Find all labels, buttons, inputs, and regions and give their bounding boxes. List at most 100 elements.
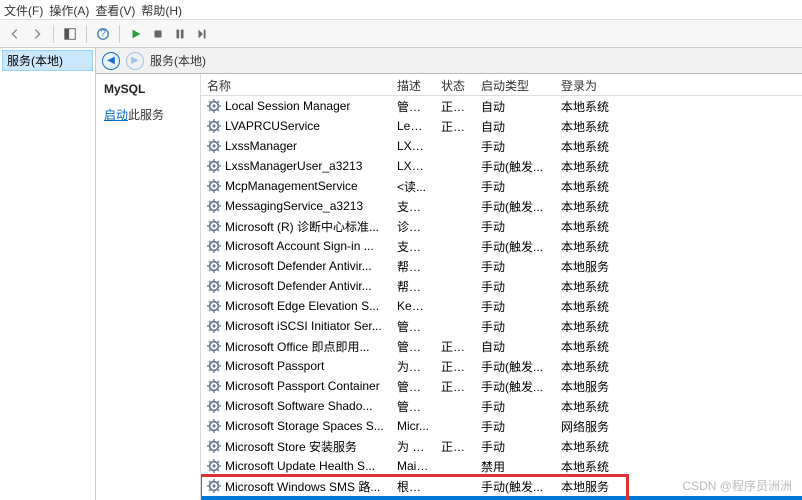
svg-text:?: ? [100,27,106,39]
pause-button[interactable] [171,25,189,43]
table-row[interactable]: MessagingService_a3213支持...手动(触发...本地系统 [201,196,802,216]
table-row[interactable]: Microsoft Passport Container管理...正在...手动… [201,376,802,396]
row-desc: 支持... [391,197,435,216]
row-logon: 本地系统 [555,297,625,316]
row-desc: <读... [391,177,435,196]
row-status [435,325,475,327]
table-row[interactable]: Microsoft Edge Elevation S...Keep...手动本地… [201,296,802,316]
row-name: MessagingService_a3213 [225,199,363,213]
service-icon [207,219,221,233]
row-status [435,425,475,427]
table-row[interactable]: Microsoft Storage Spaces S...Micr...手动网络… [201,416,802,436]
help-button[interactable]: ? [94,25,112,43]
table-row[interactable]: Microsoft Store 安装服务为 M...正在...手动本地系统 [201,436,802,456]
pane-title: 服务(本地) [150,52,206,69]
table-row[interactable]: Microsoft Update Health S...Main...禁用本地系… [201,456,802,476]
row-status [435,165,475,167]
nav-forward-button: ▶ [126,52,144,70]
col-desc[interactable]: 描述 [391,74,435,95]
row-status: 正在... [435,377,475,396]
table-row[interactable]: LxssManagerUser_a3213LXSS...手动(触发...本地系统 [201,156,802,176]
tree-item-services-local[interactable]: 服务(本地) [2,50,93,71]
row-name: Microsoft Passport [225,359,324,373]
service-icon [207,119,221,133]
row-desc: LXSS... [391,138,435,154]
service-icon [207,399,221,413]
table-row[interactable]: Microsoft (R) 诊断中心标准...诊断...手动本地系统 [201,216,802,236]
service-grid[interactable]: 名称 描述 状态 启动类型 登录为 Local Session Manager管… [201,74,802,500]
watermark: CSDN @程序员洲洲 [682,477,792,494]
nav-back-button[interactable]: ◀ [102,52,120,70]
table-row[interactable]: LVAPRCUServiceLeno...正在...自动本地系统 [201,116,802,136]
row-startup: 手动 [475,437,555,456]
row-startup: 手动(触发... [475,157,555,176]
row-status [435,465,475,467]
row-startup: 禁用 [475,457,555,476]
row-desc: 管理... [391,397,435,416]
table-row[interactable]: MySQL自动本地系统 [201,496,802,500]
row-status [435,265,475,267]
table-row[interactable]: Microsoft Defender Antivir...帮助...手动本地服务 [201,256,802,276]
menu-action[interactable]: 操作(A) [49,2,89,17]
row-name: Microsoft (R) 诊断中心标准... [225,218,379,235]
table-row[interactable]: Microsoft Account Sign-in ...支持...手动(触发.… [201,236,802,256]
menu-view[interactable]: 查看(V) [95,2,135,17]
menu-file[interactable]: 文件(F) [4,2,43,17]
row-name: LxssManagerUser_a3213 [225,159,362,173]
row-logon: 本地服务 [555,257,625,276]
table-row[interactable]: Microsoft Software Shado...管理...手动本地系统 [201,396,802,416]
row-logon: 本地系统 [555,397,625,416]
table-row[interactable]: Local Session Manager管理...正在...自动本地系统 [201,96,802,116]
service-icon [207,359,221,373]
table-row[interactable]: Microsoft iSCSI Initiator Ser...管理...手动本… [201,316,802,336]
table-row[interactable]: LxssManagerLXSS...手动本地系统 [201,136,802,156]
row-logon: 网络服务 [555,417,625,436]
row-startup: 手动(触发... [475,197,555,216]
row-logon: 本地系统 [555,497,625,500]
service-icon [207,259,221,273]
table-row[interactable]: Microsoft Office 即点即用...管理...正在...自动本地系统 [201,336,802,356]
service-icon [207,279,221,293]
service-rows: Local Session Manager管理...正在...自动本地系统LVA… [201,96,802,500]
table-row[interactable]: McpManagementService<读...手动本地系统 [201,176,802,196]
selected-service-name: MySQL [104,82,192,96]
table-row[interactable]: Microsoft Passport为用...正在...手动(触发...本地系统 [201,356,802,376]
row-desc: Leno... [391,118,435,134]
restart-button[interactable] [193,25,211,43]
start-button[interactable] [127,25,145,43]
row-startup: 手动 [475,317,555,336]
row-desc: Main... [391,458,435,474]
row-logon: 本地系统 [555,357,625,376]
row-name: Microsoft Storage Spaces S... [225,419,384,433]
row-name: Microsoft Passport Container [225,379,380,393]
back-button[interactable] [6,25,24,43]
detail-side: MySQL 启动此服务 [96,74,201,500]
col-status[interactable]: 状态 [435,74,475,95]
row-logon: 本地系统 [555,97,625,116]
row-status [435,205,475,207]
row-status [435,245,475,247]
row-name: McpManagementService [225,179,358,193]
col-logon[interactable]: 登录为 [555,74,625,95]
table-row[interactable]: Microsoft Defender Antivir...帮助...手动本地系统 [201,276,802,296]
service-icon [207,159,221,173]
show-hide-button[interactable] [61,25,79,43]
row-logon: 本地系统 [555,277,625,296]
forward-button[interactable] [28,25,46,43]
menu-help[interactable]: 帮助(H) [141,2,182,17]
col-startup[interactable]: 启动类型 [475,74,555,95]
row-name: Microsoft Update Health S... [225,459,375,473]
stop-button[interactable] [149,25,167,43]
row-name: LxssManager [225,139,297,153]
row-status [435,285,475,287]
row-desc: 根据... [391,477,435,496]
menu-bar: 文件(F) 操作(A) 查看(V) 帮助(H) [0,0,802,20]
col-name[interactable]: 名称 [201,74,391,95]
start-link[interactable]: 启动 [104,108,128,122]
row-logon: 本地系统 [555,437,625,456]
row-startup: 手动(触发... [475,477,555,496]
service-icon [207,99,221,113]
service-icon [207,439,221,453]
row-desc: 诊断... [391,217,435,236]
row-name: Microsoft Office 即点即用... [225,338,369,355]
